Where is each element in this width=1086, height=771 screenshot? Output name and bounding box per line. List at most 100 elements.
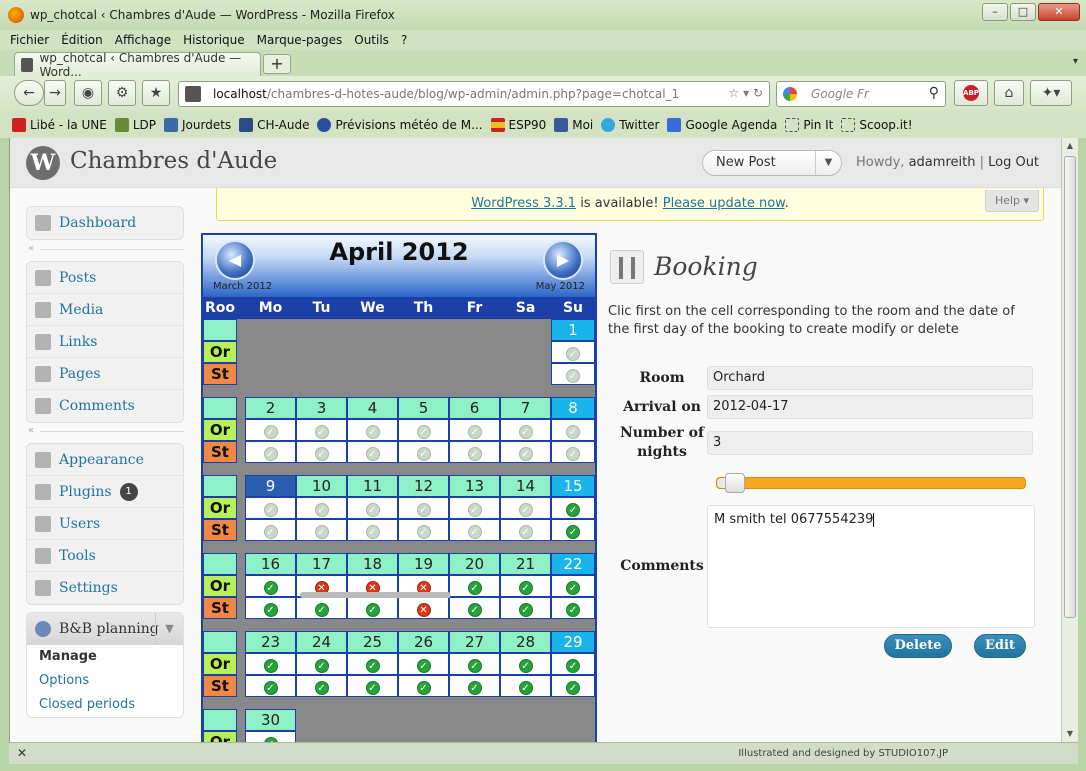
nights-slider[interactable] — [716, 473, 1026, 493]
addon2-icon[interactable]: ⚙ — [108, 80, 136, 106]
booking-cell-or[interactable]: ✓ — [500, 653, 551, 675]
menu-fichier[interactable]: Fichier — [10, 30, 49, 50]
search-input[interactable]: Google Fr ⚲ — [776, 81, 946, 107]
bookmark-ldp[interactable]: LDP — [114, 118, 156, 132]
menu-marque-pages[interactable]: Marque-pages — [257, 30, 343, 50]
wordpress-logo-icon[interactable]: W — [26, 146, 60, 180]
booking-cell-st[interactable]: ✓ — [500, 519, 551, 541]
booking-cell-st[interactable]: ✓ — [245, 597, 296, 619]
booking-cell-st[interactable]: ✓ — [245, 675, 296, 697]
booking-cell-or[interactable]: ✓ — [245, 731, 296, 742]
menu-affichage[interactable]: Affichage — [115, 30, 171, 50]
vertical-scrollbar[interactable]: ▲ ▼ — [1061, 138, 1078, 742]
booking-cell-or[interactable]: ✓ — [245, 575, 296, 597]
booking-cell-or[interactable]: ✓ — [245, 419, 296, 441]
sidebar-item-comments[interactable]: Comments — [27, 390, 183, 422]
submenu-manage[interactable]: Manage — [27, 645, 183, 669]
booking-cell-or[interactable]: ✓ — [500, 419, 551, 441]
tools-icon[interactable]: ✦▾ — [1030, 80, 1072, 106]
site-title[interactable]: Chambres d'Aude — [70, 148, 277, 174]
help-tab[interactable]: Help ▾ — [985, 190, 1039, 212]
close-addon-bar-icon[interactable]: ✕ — [17, 746, 27, 760]
next-month-button[interactable]: ▶ — [543, 240, 583, 280]
bookmark-google-agenda[interactable]: Google Agenda — [667, 118, 777, 132]
search-icon[interactable]: ⚲ — [929, 85, 939, 101]
new-post-dropdown-icon[interactable]: ▼ — [815, 151, 841, 175]
booking-cell-st[interactable]: ✓ — [551, 675, 595, 697]
bookmark-libe[interactable]: Libé - la UNE — [12, 118, 107, 132]
booking-cell-or[interactable]: ✓ — [449, 497, 500, 519]
booking-cell-st[interactable]: ✓ — [551, 363, 595, 385]
booking-cell-st[interactable]: ✓ — [296, 519, 347, 541]
bookmark-star-button[interactable]: ★ — [142, 80, 170, 106]
booking-cell-st[interactable]: ✓ — [449, 519, 500, 541]
update-now-link[interactable]: Please update now — [663, 196, 785, 211]
menu-outils[interactable]: Outils — [354, 30, 389, 50]
sidebar-item-media[interactable]: Media — [27, 294, 183, 326]
booking-cell-st[interactable]: ✓ — [296, 675, 347, 697]
list-tabs-icon[interactable]: ▾ — [1073, 56, 1078, 67]
booking-cell-or[interactable]: ✓ — [500, 575, 551, 597]
booking-cell-st[interactable]: ✓ — [551, 597, 595, 619]
addon-icon[interactable]: ◉ — [74, 80, 102, 106]
booking-cell-st[interactable]: ✓ — [296, 597, 347, 619]
booking-cell-st[interactable]: ✓ — [398, 441, 449, 463]
delete-button[interactable]: Delete — [884, 634, 952, 658]
booking-cell-or[interactable]: ✓ — [296, 497, 347, 519]
booking-cell-or[interactable]: ✓ — [245, 653, 296, 675]
close-window-button[interactable]: ✕ — [1038, 3, 1080, 21]
bookmark-jourdets[interactable]: Jourdets — [164, 118, 231, 132]
booking-cell-or[interactable]: ✓ — [449, 653, 500, 675]
menu-historique[interactable]: Historique — [183, 30, 245, 50]
bookmark-ch-aude[interactable]: CH-Aude — [239, 118, 309, 132]
sidebar-item-bb-planning[interactable]: B&B planning ▼ — [27, 613, 183, 645]
booking-cell-or[interactable]: ✓ — [347, 419, 398, 441]
collapse-arrow-icon[interactable]: ▼ — [155, 613, 183, 645]
site-identity-icon[interactable] — [185, 86, 201, 102]
menu-help[interactable]: ? — [401, 30, 407, 50]
booking-cell-st[interactable]: ✓ — [500, 441, 551, 463]
url-bar[interactable]: localhost/chambres-d-hotes-aude/blog/wp-… — [178, 81, 770, 107]
booking-cell-st[interactable]: ✓ — [245, 441, 296, 463]
submenu-closed-periods[interactable]: Closed periods — [27, 693, 183, 717]
booking-cell-or[interactable]: ✓ — [245, 497, 296, 519]
sidebar-item-appearance[interactable]: Appearance — [27, 444, 183, 476]
sidebar-item-posts[interactable]: Posts — [27, 262, 183, 294]
sidebar-item-tools[interactable]: Tools — [27, 540, 183, 572]
booking-cell-st[interactable]: ✓ — [245, 519, 296, 541]
adblock-icon[interactable]: ABP — [954, 80, 988, 106]
booking-cell-st[interactable]: ✓ — [449, 675, 500, 697]
booking-cell-or[interactable]: ✓ — [551, 497, 595, 519]
booking-cell-st[interactable]: ✓ — [398, 519, 449, 541]
booking-cell-or[interactable]: ✓ — [449, 575, 500, 597]
booking-cell-st[interactable]: ✓ — [551, 519, 595, 541]
menu-edition[interactable]: Édition — [61, 30, 103, 50]
booking-cell-or[interactable]: ✓ — [551, 575, 595, 597]
booking-cell-st[interactable]: ✓ — [500, 597, 551, 619]
comments-textarea[interactable]: M smith tel 0677554239 — [707, 505, 1035, 628]
back-button[interactable]: ← — [14, 80, 44, 106]
bookmark-meteo[interactable]: Prévisions météo de M... — [317, 118, 483, 132]
booking-cell-st[interactable]: ✓ — [500, 675, 551, 697]
booking-cell-or[interactable]: ✓ — [296, 653, 347, 675]
forward-button[interactable]: → — [44, 80, 66, 106]
new-tab-button[interactable]: + — [263, 54, 291, 74]
minimize-button[interactable]: – — [982, 3, 1008, 21]
sidebar-item-links[interactable]: Links — [27, 326, 183, 358]
bookmark-pin-it[interactable]: Pin It — [785, 118, 833, 132]
maximize-button[interactable]: □ — [1010, 3, 1036, 21]
booking-cell-or[interactable]: ✓ — [449, 419, 500, 441]
submenu-options[interactable]: Options — [27, 669, 183, 693]
edit-button[interactable]: Edit — [974, 634, 1026, 658]
booking-cell-or[interactable]: ✓ — [347, 653, 398, 675]
booking-cell-or[interactable]: ✓ — [551, 419, 595, 441]
url-actions-icon[interactable]: ☆ ▾ ↻ — [729, 86, 763, 100]
booking-cell-st[interactable]: ✓ — [347, 441, 398, 463]
booking-cell-st[interactable]: ✓ — [398, 675, 449, 697]
home-icon[interactable]: ⌂ — [994, 80, 1024, 106]
logout-link[interactable]: Log Out — [988, 155, 1039, 170]
booking-cell-or[interactable]: ✓ — [551, 341, 595, 363]
booking-cell-st[interactable]: ✓ — [347, 597, 398, 619]
booking-cell-st[interactable]: ✓ — [347, 675, 398, 697]
booking-cell-st[interactable]: ✓ — [347, 519, 398, 541]
